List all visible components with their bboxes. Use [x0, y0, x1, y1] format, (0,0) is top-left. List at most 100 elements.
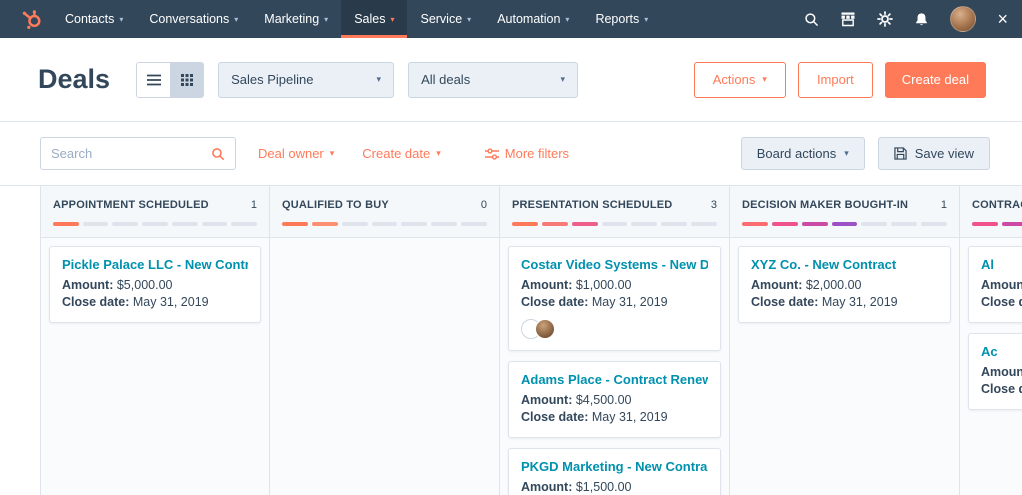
chevron-down-icon: ▾ — [390, 15, 394, 24]
save-icon — [894, 147, 907, 160]
stage-progress-bar — [53, 222, 257, 226]
chevron-down-icon: ▾ — [644, 15, 648, 24]
list-icon — [147, 74, 161, 86]
deal-card[interactable]: XYZ Co. - New Contract Amount: $2,000.00… — [738, 246, 951, 323]
close-date-label: Close date: — [981, 382, 1022, 396]
deal-card[interactable]: PKGD Marketing - New Contract Amount: $1… — [508, 448, 721, 495]
amount-value: $2,000.00 — [806, 278, 862, 292]
nav-item-marketing[interactable]: Marketing ▾ — [251, 0, 341, 38]
nav-item-contacts[interactable]: Contacts ▾ — [52, 0, 136, 38]
nav-item-service[interactable]: Service ▾ — [407, 0, 484, 38]
amount-label: Amount: — [521, 393, 572, 407]
search-input[interactable] — [51, 146, 211, 161]
page-title: Deals — [38, 64, 110, 95]
chevron-down-icon: ▾ — [324, 15, 328, 24]
column-count: 3 — [711, 199, 717, 211]
column-count: 1 — [941, 199, 947, 211]
stage-progress-bar — [282, 222, 487, 226]
deal-card-title[interactable]: Adams Place - Contract Renewal — [521, 372, 708, 387]
create-date-filter[interactable]: Create date ▾ — [362, 146, 440, 161]
deal-card-title[interactable]: Al — [981, 257, 1022, 272]
column-name: QUALIFIED TO BUY — [282, 199, 389, 211]
notifications-bell-icon[interactable] — [914, 12, 929, 27]
close-date-label: Close date: — [62, 295, 129, 309]
search-icon — [211, 147, 225, 161]
marketplace-icon[interactable] — [840, 11, 856, 27]
board-column-appointment-scheduled: APPOINTMENT SCHEDULED 1 Pickle Palace LL… — [40, 186, 270, 495]
board-actions-button[interactable]: Board actions ▾ — [741, 137, 865, 170]
chevron-down-icon: ▾ — [565, 15, 569, 24]
chevron-down-icon: ▾ — [234, 15, 238, 24]
contact-avatar — [535, 319, 555, 339]
amount-value: $5,000.00 — [117, 278, 173, 292]
amount-label: Amount: — [62, 278, 113, 292]
actions-button[interactable]: Actions ▾ — [694, 62, 786, 98]
deal-card-title[interactable]: XYZ Co. - New Contract — [751, 257, 938, 272]
filter-bar: Deal owner ▾ Create date ▾ More filters … — [0, 122, 1022, 185]
deal-card[interactable]: Adams Place - Contract Renewal Amount: $… — [508, 361, 721, 438]
more-filters-link[interactable]: More filters — [485, 146, 569, 161]
deal-card-title[interactable]: Ac — [981, 344, 1022, 359]
deal-scope-select[interactable]: All deals ▾ — [408, 62, 578, 98]
view-toggle — [136, 62, 204, 98]
amount-value: $1,000.00 — [576, 278, 632, 292]
stage-progress-bar — [742, 222, 947, 226]
chevron-down-icon: ▾ — [762, 74, 767, 85]
column-body: XYZ Co. - New Contract Amount: $2,000.00… — [730, 238, 959, 495]
deal-card-title[interactable]: Pickle Palace LLC - New Contract — [62, 257, 248, 272]
board-column-contract-sent: CONTRACT SENT Al Amount: — [960, 186, 1022, 495]
column-header: QUALIFIED TO BUY 0 — [270, 186, 499, 238]
column-count: 1 — [251, 199, 257, 211]
deal-card-title[interactable]: PKGD Marketing - New Contract — [521, 459, 708, 474]
column-header: CONTRACT SENT — [960, 186, 1022, 238]
save-view-button[interactable]: Save view — [878, 137, 990, 170]
close-date-value: May 31, 2019 — [592, 410, 668, 424]
search-box[interactable] — [40, 137, 236, 170]
board-column-qualified-to-buy: QUALIFIED TO BUY 0 — [270, 186, 500, 495]
stage-progress-bar — [512, 222, 717, 226]
chevron-down-icon: ▾ — [467, 15, 471, 24]
card-avatars — [521, 319, 708, 339]
search-icon[interactable] — [804, 12, 819, 27]
nav-item-conversations[interactable]: Conversations ▾ — [136, 0, 251, 38]
column-body — [270, 238, 499, 495]
create-deal-button[interactable]: Create deal — [885, 62, 986, 98]
close-date-value: May 31, 2019 — [822, 295, 898, 309]
deal-card[interactable]: Pickle Palace LLC - New Contract Amount:… — [49, 246, 261, 323]
deal-card[interactable]: Al Amount: Close date: — [968, 246, 1022, 323]
stage-progress-bar — [972, 222, 1022, 226]
settings-gear-icon[interactable] — [877, 11, 893, 27]
close-date-value: May 31, 2019 — [133, 295, 209, 309]
amount-value: $1,500.00 — [576, 480, 632, 494]
chevron-down-icon: ▾ — [377, 74, 382, 85]
user-avatar[interactable] — [950, 6, 976, 32]
deal-card-title[interactable]: Costar Video Systems - New Deal — [521, 257, 708, 272]
column-body: Pickle Palace LLC - New Contract Amount:… — [41, 238, 269, 495]
deal-card[interactable]: Ac Amount: Close date: — [968, 333, 1022, 410]
close-date-value: May 31, 2019 — [592, 295, 668, 309]
column-name: CONTRACT SENT — [972, 199, 1022, 211]
hubspot-logo-icon[interactable] — [10, 0, 52, 38]
nav-item-reports[interactable]: Reports ▾ — [582, 0, 661, 38]
list-view-button[interactable] — [137, 63, 170, 97]
chevron-down-icon: ▾ — [330, 148, 335, 159]
import-button[interactable]: Import — [798, 62, 873, 98]
filter-bar-actions: Board actions ▾ Save view — [741, 137, 990, 170]
close-date-label: Close date: — [521, 410, 588, 424]
deal-board: APPOINTMENT SCHEDULED 1 Pickle Palace LL… — [0, 185, 1022, 495]
board-view-button[interactable] — [170, 63, 203, 97]
board-column-decision-maker-bought-in: DECISION MAKER BOUGHT-IN 1 XYZ Co. - New… — [730, 186, 960, 495]
column-header: PRESENTATION SCHEDULED 3 — [500, 186, 729, 238]
pipeline-select[interactable]: Sales Pipeline ▾ — [218, 62, 394, 98]
deal-owner-filter[interactable]: Deal owner ▾ — [258, 146, 334, 161]
column-name: DECISION MAKER BOUGHT-IN — [742, 199, 908, 211]
amount-label: Amount: — [751, 278, 802, 292]
deal-card[interactable]: Costar Video Systems - New Deal Amount: … — [508, 246, 721, 351]
nav-item-automation[interactable]: Automation ▾ — [484, 0, 582, 38]
column-header: APPOINTMENT SCHEDULED 1 — [41, 186, 269, 238]
header-actions: Actions ▾ Import Create deal — [694, 62, 986, 98]
nav-item-sales[interactable]: Sales ▾ — [341, 0, 407, 38]
grid-icon — [181, 74, 193, 86]
close-icon[interactable]: × — [997, 10, 1008, 28]
chevron-down-icon: ▾ — [844, 148, 849, 159]
